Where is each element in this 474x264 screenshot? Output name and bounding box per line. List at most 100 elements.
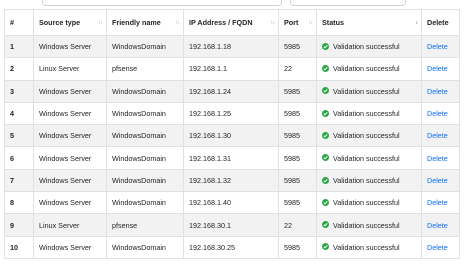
status-cell: Validation successful (316, 191, 422, 215)
check-circle-icon (322, 243, 329, 251)
delete-link[interactable]: Delete (427, 198, 448, 207)
friendly-name-cell: WindowsDomain (106, 146, 184, 170)
delete-link[interactable]: Delete (427, 176, 448, 185)
delete-link-cell: Delete (421, 79, 460, 103)
col-header-ip[interactable]: IP Address / FQDN ↑↓ (183, 9, 279, 36)
ip-address-cell: 192.168.1.31 (183, 146, 279, 170)
ip-address-cell: 192.168.1.40 (183, 191, 279, 215)
friendly-name-cell: WindowsDomain (106, 124, 184, 148)
ip-address-cell: 192.168.1.18 (183, 34, 279, 59)
delete-link-cell: Delete (421, 168, 460, 193)
col-header-num: # (4, 9, 34, 36)
row-number: 7 (4, 168, 34, 193)
check-circle-icon (322, 198, 329, 206)
check-circle-icon (322, 109, 329, 117)
delete-link[interactable]: Delete (427, 131, 448, 140)
port-cell: 5985 (278, 146, 317, 170)
source-type-cell: Windows Server (33, 191, 107, 215)
status-text: Validation successful (333, 198, 400, 208)
col-header-friendly-name[interactable]: Friendly name ↑↓ (106, 9, 184, 36)
status-text: Validation successful (333, 86, 400, 96)
sort-icon[interactable]: ↓ (415, 20, 418, 26)
source-type-cell: Windows Server (33, 79, 107, 103)
top-toolbar-strip (0, 0, 474, 7)
status-text: Validation successful (333, 175, 400, 185)
status-cell: Validation successful (316, 79, 422, 103)
ip-address-cell: 192.168.1.30 (183, 124, 279, 148)
port-cell: 5985 (278, 124, 317, 148)
source-type-cell: Windows Server (33, 34, 107, 59)
port-cell: 5985 (278, 79, 317, 103)
source-type-cell: Linux Server (33, 213, 107, 237)
check-circle-icon (322, 176, 329, 184)
status-cell: Validation successful (316, 124, 422, 148)
source-type-cell: Windows Server (33, 146, 107, 170)
check-circle-icon (322, 221, 329, 229)
source-type-cell: Windows Server (33, 124, 107, 148)
delete-link[interactable]: Delete (427, 109, 448, 118)
delete-link-cell: Delete (421, 235, 460, 259)
delete-link[interactable]: Delete (427, 87, 448, 96)
source-type-cell: Linux Server (33, 57, 107, 81)
check-circle-icon (322, 154, 329, 162)
friendly-name-cell: WindowsDomain (106, 101, 184, 126)
delete-link-cell: Delete (421, 57, 460, 81)
port-cell: 22 (278, 213, 317, 237)
friendly-name-cell: pfsense (106, 213, 184, 237)
status-text: Validation successful (333, 220, 400, 230)
port-cell: 5985 (278, 101, 317, 126)
table-row: 1 Windows Server WindowsDomain 192.168.1.18… (4, 34, 460, 59)
ip-address-cell: 192.168.30.25 (183, 235, 279, 259)
status-cell: Validation successful (316, 168, 422, 193)
ip-address-cell: 192.168.1.25 (183, 101, 279, 126)
port-cell: 5985 (278, 191, 317, 215)
col-header-source-type[interactable]: Source type ↑↓ (33, 9, 107, 36)
row-number: 4 (4, 101, 34, 126)
table-row: 2 Linux Server pfsense 192.168.1.1 22 Validat… (4, 57, 460, 81)
delete-link[interactable]: Delete (427, 221, 448, 230)
friendly-name-cell: pfsense (106, 57, 184, 81)
filter-input[interactable] (42, 0, 282, 6)
friendly-name-cell: WindowsDomain (106, 79, 184, 103)
delete-link[interactable]: Delete (427, 64, 448, 73)
table-row: 8 Windows Server WindowsDomain 192.168.1.40… (4, 191, 460, 215)
sort-icon[interactable]: ↑↓ (98, 20, 103, 26)
status-text: Validation successful (333, 153, 400, 163)
source-type-cell: Windows Server (33, 235, 107, 259)
row-number: 8 (4, 191, 34, 215)
status-cell: Validation successful (316, 101, 422, 126)
source-type-cell: Windows Server (33, 168, 107, 193)
delete-link-cell: Delete (421, 34, 460, 59)
col-header-status[interactable]: Status ↓ (316, 9, 422, 36)
table-row: 7 Windows Server WindowsDomain 192.168.1.32… (4, 168, 460, 193)
sort-icon[interactable]: ↑↓ (270, 20, 275, 26)
row-number: 9 (4, 213, 34, 237)
friendly-name-cell: WindowsDomain (106, 235, 184, 259)
status-text: Validation successful (333, 242, 400, 252)
port-cell: 5985 (278, 168, 317, 193)
port-cell: 5985 (278, 235, 317, 259)
delete-link-cell: Delete (421, 146, 460, 170)
delete-link[interactable]: Delete (427, 154, 448, 163)
table-row: 6 Windows Server WindowsDomain 192.168.1.31… (4, 146, 460, 170)
row-number: 5 (4, 124, 34, 148)
table-header-row: # Source type ↑↓ Friendly name ↑↓ IP Addre… (4, 9, 460, 36)
delete-link[interactable]: Delete (427, 42, 448, 51)
col-header-port[interactable]: Port ↑↓ (278, 9, 317, 36)
delete-link-cell: Delete (421, 191, 460, 215)
status-cell: Validation successful (316, 235, 422, 259)
row-number: 6 (4, 146, 34, 170)
delete-link[interactable]: Delete (427, 243, 448, 252)
check-circle-icon (322, 42, 329, 50)
delete-link-cell: Delete (421, 101, 460, 126)
status-cell: Validation successful (316, 146, 422, 170)
row-number: 10 (4, 235, 34, 259)
ip-address-cell: 192.168.1.32 (183, 168, 279, 193)
friendly-name-cell: WindowsDomain (106, 168, 184, 193)
table-row: 4 Windows Server WindowsDomain 192.168.1.25… (4, 101, 460, 126)
sort-icon[interactable]: ↑↓ (308, 20, 313, 26)
sort-icon[interactable]: ↑↓ (175, 20, 180, 26)
status-cell: Validation successful (316, 34, 422, 59)
filter-select[interactable] (290, 0, 406, 6)
row-number: 3 (4, 79, 34, 103)
